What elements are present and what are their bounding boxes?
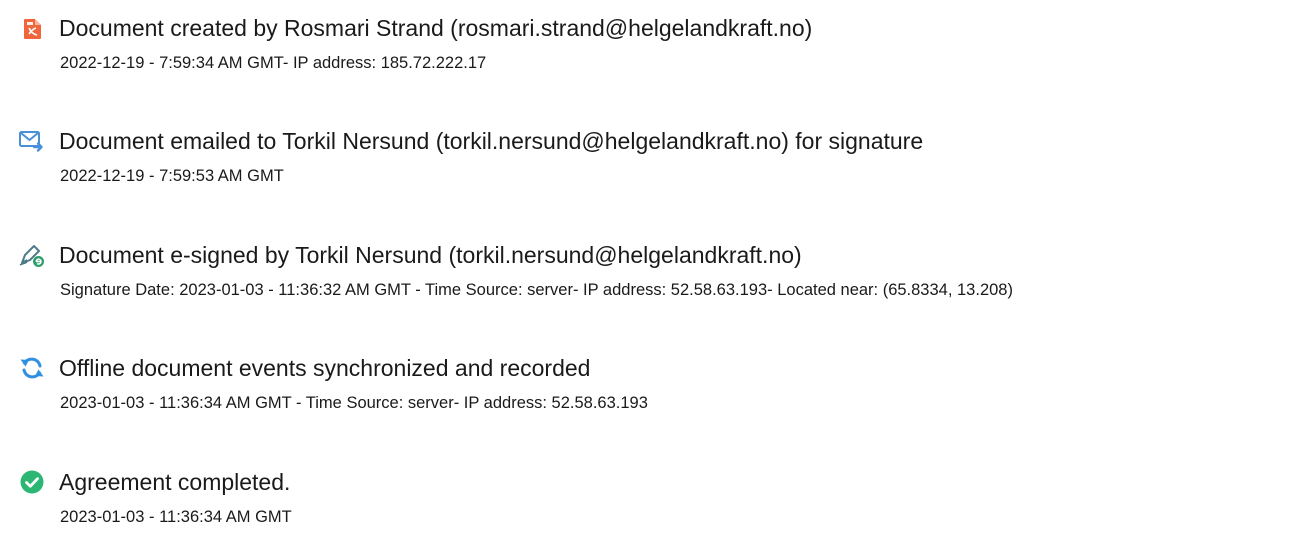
sync-icon xyxy=(19,355,45,381)
event-title: Document e-signed by Torkil Nersund (tor… xyxy=(59,242,802,268)
event-detail: 2022-12-19 - 7:59:53 AM GMT xyxy=(60,167,284,185)
event-title: Agreement completed. xyxy=(59,469,291,495)
event-title: Document created by Rosmari Strand (rosm… xyxy=(59,15,813,41)
event-detail: Signature Date: 2023-01-03 - 11:36:32 AM… xyxy=(60,281,1013,299)
email-sent-icon xyxy=(19,128,45,154)
event-title: Document emailed to Torkil Nersund (tork… xyxy=(59,128,924,154)
event-detail: 2022-12-19 - 7:59:34 AM GMT- IP address:… xyxy=(60,54,487,72)
event-title: Offline document events synchronized and… xyxy=(59,355,591,381)
event-detail: 2023-01-03 - 11:36:34 AM GMT - Time Sour… xyxy=(60,394,648,412)
e-signed-icon xyxy=(19,242,45,268)
checkmark-icon xyxy=(19,469,45,495)
document-created-icon xyxy=(19,15,45,41)
event-detail: 2023-01-03 - 11:36:34 AM GMT xyxy=(60,508,292,526)
